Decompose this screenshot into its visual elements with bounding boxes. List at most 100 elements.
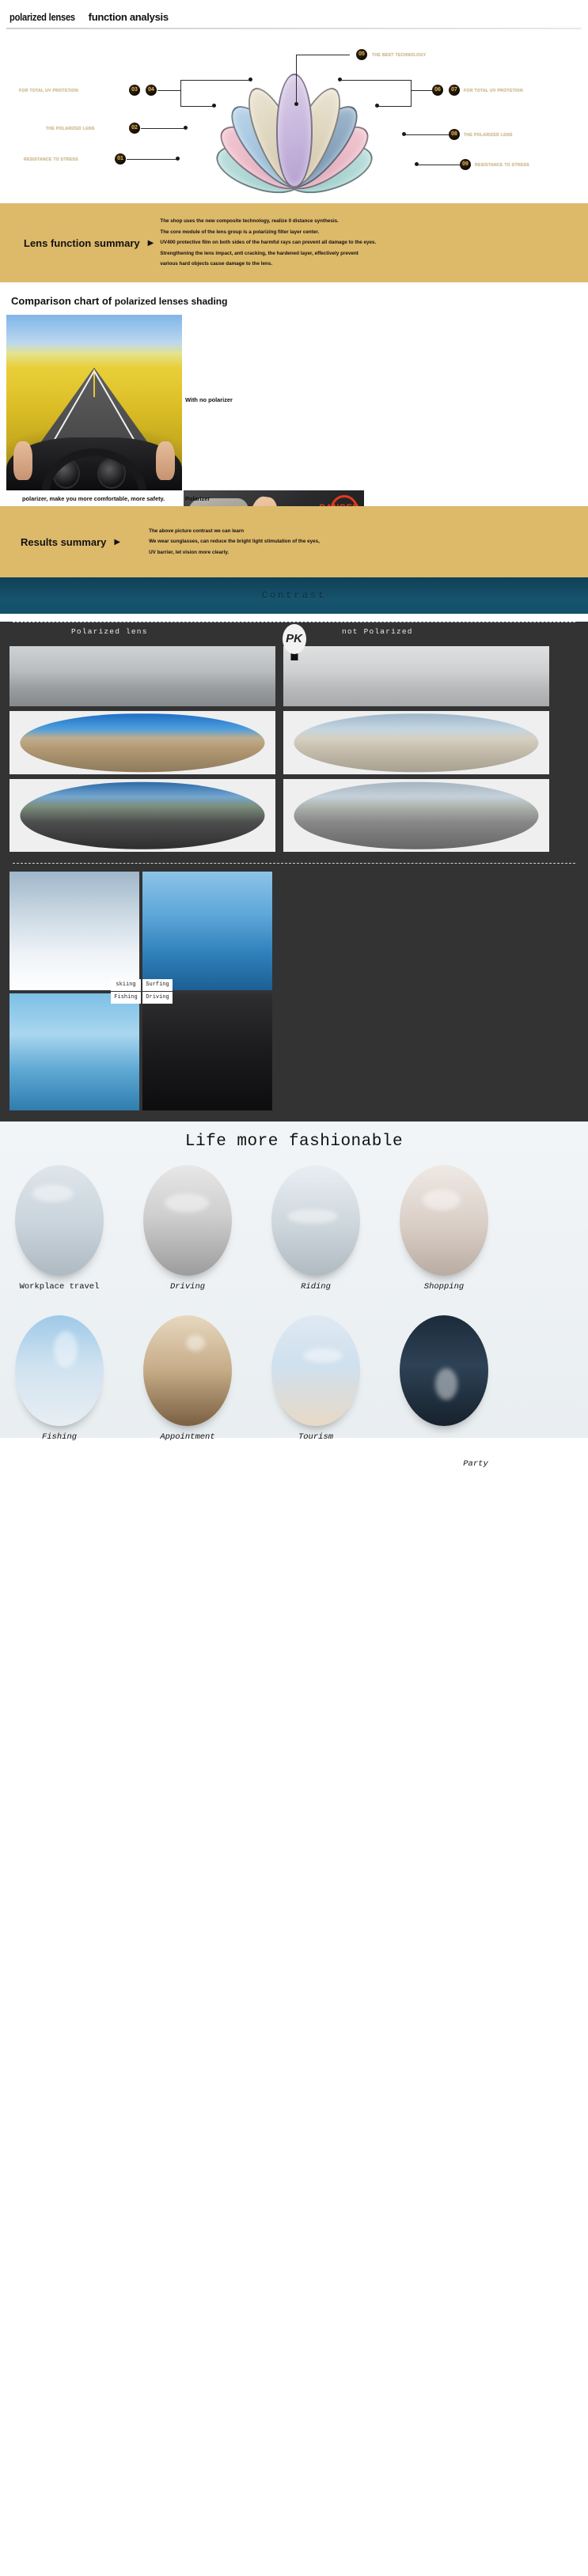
- lifestyle-caption: Tourism: [298, 1432, 334, 1442]
- lifestyle-section: Life more fashionable Workplace travel D…: [0, 1122, 588, 1469]
- driver-hand-left: [13, 441, 33, 480]
- anchor-dot-01: [176, 157, 180, 161]
- lifestyle-grid-row-2: Fishing Appointment Tourism Party: [0, 1315, 588, 1469]
- label-03-04: FOR TOTAL UV PROTETION: [19, 89, 78, 93]
- comparison-title-primary: Comparison chart of: [11, 295, 112, 307]
- lifestyle-item-appointment: Appointment: [128, 1315, 247, 1442]
- leader-line-05-vertical: [296, 55, 297, 104]
- comparison-title: Comparison chart of polarized lenses sha…: [0, 282, 588, 315]
- tag-surfing: Surfing: [142, 979, 173, 991]
- caption-polarizer: Polarizer: [185, 495, 211, 502]
- leader-line-01: [127, 159, 177, 160]
- label-06-07: FOR TOTAL UV PROTETION: [464, 89, 523, 93]
- lifestyle-item-driving: Driving: [128, 1165, 247, 1292]
- leader-line-04-branch: [180, 80, 250, 81]
- caption-main-comparison: polarizer, make you more comfortable, mo…: [22, 495, 165, 502]
- lifestyle-item-riding: Riding: [256, 1165, 375, 1292]
- photo-surfing: [142, 872, 272, 990]
- photo-driving: [142, 993, 272, 1110]
- lifestyle-item-shopping: Shopping: [385, 1165, 503, 1292]
- badge-07: 07: [449, 85, 460, 96]
- page-title-primary: polarized lenses: [9, 11, 75, 23]
- lens-function-diagram: 05 THE BEST TECHNOLOGY FOR TOTAL UV PROT…: [0, 29, 588, 203]
- lens-function-summary-band: Lens function summary ▶ The shop uses th…: [0, 203, 588, 282]
- driver-hand-right: [155, 441, 176, 480]
- anchor-dot-02: [184, 126, 188, 130]
- caption-no-polarizer: With no polarizer: [185, 396, 233, 403]
- anchor-dot-05: [294, 102, 298, 106]
- lens-summary-line-2: The core module of the lens group is a p…: [160, 229, 320, 235]
- contrast-header: Contrast: [0, 577, 588, 614]
- page-title: polarized lenses function analysis: [9, 11, 579, 23]
- contrast-body: Polarized lens not Polarized PK skiing S…: [0, 622, 588, 1122]
- photo-desert-not-polarized: [283, 711, 549, 774]
- label-05: THE BEST TECHNOLOGY: [372, 53, 427, 58]
- airplane-icon: [15, 1165, 104, 1276]
- lifestyle-item-tourism: Tourism: [256, 1315, 375, 1442]
- badge-05: 05: [356, 49, 367, 60]
- lifestyle-grid-row-1: Workplace travel Driving Riding Shopping: [0, 1165, 588, 1315]
- leader-line-0304-vertical: [180, 80, 181, 107]
- label-09: RESISTANCE TO STRESS: [475, 163, 529, 168]
- lens-shape-mask: [20, 713, 265, 772]
- results-summary-line-2: We wear sunglasses, can reduce the brigh…: [149, 539, 320, 545]
- label-01: RESISTANCE TO STRESS: [24, 157, 78, 162]
- photo-desert-polarized: [9, 711, 275, 774]
- contrast-heading: Contrast: [261, 590, 327, 601]
- leader-line-0607: [411, 90, 433, 91]
- contrast-pair-desert: [9, 711, 579, 774]
- tag-fishing: Fishing: [111, 992, 141, 1004]
- lens-shape-mask: [20, 781, 265, 849]
- photo-highway-polarized: [9, 779, 275, 852]
- results-summary-line-3: UV barrier, let vision more clearly.: [149, 549, 230, 555]
- sailboat-icon: [15, 1315, 104, 1426]
- lens-summary-line-5: various hard objects cause damage to the…: [160, 261, 273, 267]
- lens-summary-line-3: UV400 protective film on both sides of t…: [160, 240, 377, 246]
- leader-line-08: [405, 134, 450, 135]
- lifestyle-caption: Riding: [301, 1282, 331, 1292]
- lifestyle-item-workplace-travel: Workplace travel: [0, 1165, 119, 1292]
- leader-line-07-branch: [378, 106, 412, 107]
- lifestyle-caption: Appointment: [160, 1432, 215, 1442]
- photo-driving-with-polarizer: [6, 315, 182, 490]
- photo-skiing: [9, 872, 139, 990]
- restaurant-icon: [143, 1315, 232, 1426]
- photo-street-polarized: [9, 646, 275, 706]
- lifestyle-caption: Driving: [169, 1282, 206, 1292]
- badge-06: 06: [432, 85, 443, 96]
- arrow-right-icon: ▶: [114, 537, 121, 547]
- page-header: polarized lenses function analysis: [0, 0, 588, 23]
- results-summary-title: Results summary: [21, 535, 107, 548]
- shopping-icon: [400, 1165, 488, 1276]
- comparison-title-secondary: polarized lenses shading: [114, 296, 228, 307]
- sunglasses-woman-icon: [271, 1315, 360, 1426]
- label-02: THE POLARIZED LENS: [46, 127, 95, 131]
- lens-shape-mask: [294, 781, 539, 849]
- anchor-dot-04: [248, 78, 252, 81]
- photo-street-not-polarized: [283, 646, 549, 706]
- car-icon: [143, 1165, 232, 1276]
- label-08: THE POLARIZED LENS: [464, 133, 513, 138]
- lens-summary-text: The shop uses the new composite technolo…: [160, 216, 376, 270]
- pk-badge: PK: [282, 624, 306, 654]
- leader-line-03-branch: [180, 106, 214, 107]
- results-summary-line-1: The above picture contrast we can learn: [149, 528, 245, 534]
- badge-01: 01: [115, 153, 126, 165]
- page-title-secondary: function analysis: [88, 11, 169, 23]
- divider-dashed-mid: [13, 863, 575, 864]
- results-summary-band: Results summary ▶ The above picture cont…: [0, 506, 588, 577]
- badge-03: 03: [129, 85, 140, 96]
- badge-04: 04: [146, 85, 157, 96]
- leader-line-06-branch: [340, 80, 412, 81]
- lifestyle-item-party: Party: [385, 1315, 503, 1469]
- lens-summary-title: Lens function summary: [24, 236, 140, 249]
- anchor-dot-03: [212, 104, 216, 108]
- party-icon: [400, 1315, 488, 1426]
- lifestyle-item-fishing: Fishing: [0, 1315, 119, 1442]
- bicycle-icon: [271, 1165, 360, 1276]
- photo-highway-not-polarized: [283, 779, 549, 852]
- lotus-petal-group: [192, 44, 397, 202]
- pk-compare-header: Polarized lens not Polarized PK: [9, 622, 579, 660]
- photo-fishing: [9, 993, 139, 1110]
- label-not-polarized: not Polarized: [342, 627, 413, 636]
